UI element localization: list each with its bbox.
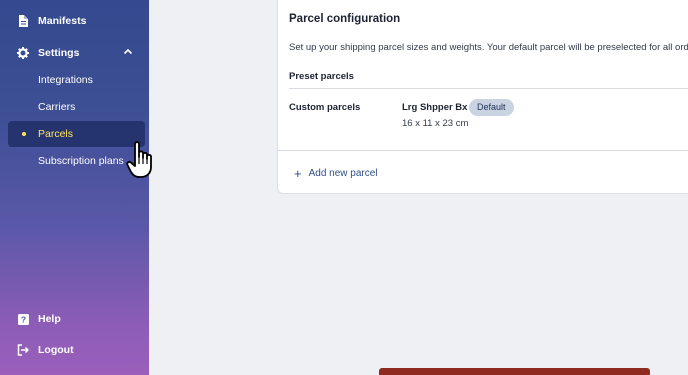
sidebar-item-label: Carriers: [38, 101, 76, 113]
sidebar-item-help[interactable]: ? Help: [8, 306, 145, 332]
preset-parcels-heading: Preset parcels: [289, 71, 354, 82]
sidebar-item-label: Help: [38, 313, 61, 325]
sidebar-item-label: Subscription plans: [38, 155, 124, 167]
divider: [278, 150, 688, 151]
parcel-dimensions: 16 x 11 x 23 cm: [402, 118, 469, 129]
sidebar-item-carriers[interactable]: Carriers: [8, 94, 145, 120]
chevron-up-icon[interactable]: [123, 47, 133, 60]
bottom-action-bar[interactable]: [379, 368, 650, 375]
sidebar-item-label: Settings: [38, 47, 80, 59]
sidebar-item-settings[interactable]: Settings: [8, 40, 145, 66]
sidebar-item-integrations[interactable]: Integrations: [8, 67, 145, 93]
parcel-name[interactable]: Lrg Shpper Bx: [402, 102, 467, 113]
plus-icon: +: [294, 165, 302, 181]
page-title: Parcel configuration: [289, 13, 401, 25]
sidebar-item-logout[interactable]: Logout: [8, 337, 145, 363]
divider: [289, 88, 688, 89]
parcel-configuration-card: Parcel configuration Set up your shippin…: [277, 0, 688, 194]
sidebar-item-label: Integrations: [38, 74, 93, 86]
sidebar-item-parcels[interactable]: Parcels: [8, 121, 145, 147]
card-description: Set up your shipping parcel sizes and we…: [289, 42, 688, 53]
custom-parcels-label: Custom parcels: [289, 102, 361, 113]
default-badge: Default: [469, 99, 514, 116]
help-icon: ?: [16, 312, 30, 326]
gear-icon: [16, 46, 30, 60]
sidebar: Manifests Settings Integrations Carriers: [0, 0, 149, 375]
sidebar-item-label: Manifests: [38, 15, 87, 27]
sidebar-item-label: Logout: [38, 344, 74, 356]
sidebar-item-subscription-plans[interactable]: Subscription plans: [8, 148, 145, 174]
hand-cursor-icon: [126, 141, 152, 178]
svg-text:?: ?: [20, 314, 25, 324]
add-new-parcel-label: Add new parcel: [308, 167, 378, 179]
logout-icon: [16, 343, 30, 357]
document-icon: [16, 14, 30, 28]
sidebar-item-manifests[interactable]: Manifests: [8, 8, 145, 34]
sidebar-item-label: Parcels: [38, 128, 74, 140]
add-new-parcel-button[interactable]: + Add new parcel: [294, 165, 378, 181]
active-indicator-dot: [22, 132, 26, 136]
